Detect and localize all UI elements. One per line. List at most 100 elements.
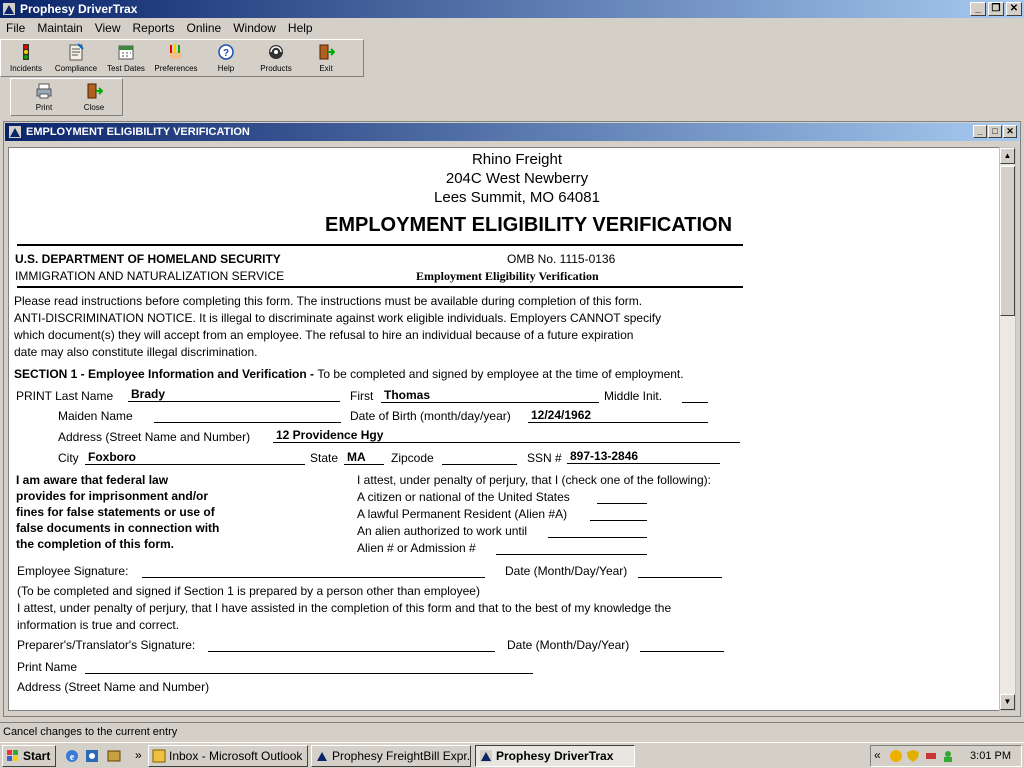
instruction-line: date may also constitute illegal discrim… xyxy=(14,345,258,359)
exit-button[interactable]: Exit xyxy=(301,40,351,76)
alien-until-field[interactable] xyxy=(548,524,647,538)
incidents-button[interactable]: Incidents xyxy=(1,40,51,76)
tray-shield-icon[interactable] xyxy=(906,749,920,763)
restore-button[interactable]: ❐ xyxy=(988,2,1004,16)
employee-signature-field[interactable] xyxy=(142,564,485,578)
print-name-field[interactable] xyxy=(85,660,533,674)
vertical-scrollbar[interactable]: ▲ ▼ xyxy=(999,147,1016,711)
company-address1: 204C West Newberry xyxy=(445,170,589,187)
compliance-label: Compliance xyxy=(54,64,98,73)
print-name-label: Print Name xyxy=(17,660,78,674)
minimize-button[interactable]: _ xyxy=(970,2,986,16)
preparer-signature-label: Preparer's/Translator's Signature: xyxy=(17,638,196,652)
last-name-field[interactable]: Brady xyxy=(128,388,340,402)
scroll-up-arrow-icon[interactable]: ▲ xyxy=(1000,148,1015,164)
compliance-button[interactable]: Compliance xyxy=(51,40,101,76)
taskbar-outlook[interactable]: Inbox - Microsoft Outlook xyxy=(148,745,308,767)
close-doc-button[interactable]: Close xyxy=(69,79,119,115)
dob-field[interactable]: 12/24/1962 xyxy=(528,409,708,423)
help-button[interactable]: ? Help xyxy=(201,40,251,76)
attest-heading: I attest, under penalty of perjury, that… xyxy=(357,473,711,487)
dob-label: Date of Birth (month/day/year) xyxy=(350,409,511,423)
help-label: Help xyxy=(217,64,235,73)
citizen-option-field[interactable] xyxy=(597,490,647,504)
form-title: EMPLOYMENT ELIGIBILITY VERIFICATION xyxy=(325,214,733,236)
task-label: Inbox - Microsoft Outlook xyxy=(169,749,303,763)
scroll-thumb[interactable] xyxy=(1000,166,1015,316)
menu-file[interactable]: File xyxy=(0,21,31,35)
menu-window[interactable]: Window xyxy=(227,21,282,35)
ssn-field[interactable]: 897-13-2846 xyxy=(567,450,720,464)
products-button[interactable]: Products xyxy=(251,40,301,76)
tray-expand-icon[interactable]: « xyxy=(874,748,881,762)
clock: 3:01 PM xyxy=(970,750,1011,762)
document-title-bar[interactable]: EMPLOYMENT ELIGIBILITY VERIFICATION _ □ … xyxy=(5,123,1019,141)
taskbar: Start e » Inbox - Microsoft Outlook Prop… xyxy=(0,742,1024,768)
internet-explorer-icon[interactable]: e xyxy=(64,748,80,764)
employee-date-field[interactable] xyxy=(638,564,722,578)
menu-bar: File Maintain View Reports Online Window… xyxy=(0,18,1024,38)
preparer-signature-field[interactable] xyxy=(208,638,495,652)
close-label: Close xyxy=(83,103,105,112)
first-name-field[interactable]: Thomas xyxy=(381,389,599,403)
menu-maintain[interactable]: Maintain xyxy=(31,21,88,35)
state-field[interactable]: MA xyxy=(344,451,384,465)
address-field[interactable]: 12 Providence Hgy xyxy=(273,429,740,443)
section1-heading: SECTION 1 - Employee Information and Ver… xyxy=(14,367,684,381)
start-button[interactable]: Start xyxy=(2,745,56,767)
tray-messenger-icon[interactable] xyxy=(941,749,955,763)
preparer-attest-line: information is true and correct. xyxy=(17,618,180,632)
preparer-date-field[interactable] xyxy=(640,638,724,652)
doc-close-button[interactable]: ✕ xyxy=(1003,125,1017,138)
last-name-label: PRINT Last Name xyxy=(16,389,114,403)
middle-init-field[interactable] xyxy=(682,389,708,403)
zipcode-field[interactable] xyxy=(442,451,517,465)
menu-help[interactable]: Help xyxy=(282,21,319,35)
close-button[interactable]: ✕ xyxy=(1006,2,1022,16)
quicklaunch-chevron-icon[interactable]: » xyxy=(135,748,142,762)
freightbill-app-icon xyxy=(316,750,328,762)
print-button[interactable]: Print xyxy=(19,79,69,115)
app-icon xyxy=(3,3,15,15)
instruction-line: Please read instructions before completi… xyxy=(14,294,643,308)
preparer-date-label: Date (Month/Day/Year) xyxy=(507,638,630,652)
maiden-name-field[interactable] xyxy=(154,409,341,423)
doc-minimize-button[interactable]: _ xyxy=(973,125,987,138)
tray-network-icon[interactable] xyxy=(924,749,938,763)
menu-online[interactable]: Online xyxy=(181,21,228,35)
alien-option-label: An alien authorized to work until xyxy=(357,524,528,538)
city-field[interactable]: Foxboro xyxy=(85,451,305,465)
warning-line: I am aware that federal law xyxy=(16,473,169,487)
products-icon xyxy=(269,45,283,59)
app-title-bar[interactable]: Prophesy DriverTrax _ ❐ ✕ xyxy=(0,0,1024,18)
app-title: Prophesy DriverTrax xyxy=(20,2,138,16)
company-name: Rhino Freight xyxy=(471,151,563,168)
quicklaunch-app-icon[interactable] xyxy=(106,748,122,764)
taskbar-drivertrax[interactable]: Prophesy DriverTrax xyxy=(475,745,635,767)
outlook-icon[interactable] xyxy=(84,748,100,764)
drivertrax-app-icon xyxy=(480,750,492,762)
menu-view[interactable]: View xyxy=(89,21,127,35)
employee-date-label: Date (Month/Day/Year) xyxy=(505,564,628,578)
middle-init-label: Middle Init. xyxy=(604,389,663,403)
ssn-label: SSN # xyxy=(527,451,562,465)
preferences-button[interactable]: Preferences xyxy=(151,40,201,76)
doc-maximize-button[interactable]: □ xyxy=(988,125,1002,138)
resident-option-field[interactable] xyxy=(590,507,647,521)
menu-reports[interactable]: Reports xyxy=(127,21,181,35)
tray-clock-icon[interactable] xyxy=(889,749,903,763)
close-door-icon xyxy=(87,83,103,99)
clipboard-icon xyxy=(69,43,84,61)
instruction-line: which document(s) they will accept from … xyxy=(14,328,634,342)
scroll-down-arrow-icon[interactable]: ▼ xyxy=(1000,694,1015,710)
divider-top xyxy=(17,244,743,246)
main-toolbar: Incidents Compliance Test Dates Preferen… xyxy=(0,39,364,77)
section1-desc: To be completed and signed by employee a… xyxy=(317,367,684,381)
taskbar-freightbill[interactable]: Prophesy FreightBill Expr... xyxy=(311,745,471,767)
preparer-note: (To be completed and signed if Section 1… xyxy=(17,584,480,598)
admission-field[interactable] xyxy=(496,541,647,555)
zipcode-label: Zipcode xyxy=(391,451,434,465)
form-subtitle: Employment Eligibility Verification xyxy=(416,269,599,283)
exit-door-icon xyxy=(319,44,335,60)
test-dates-button[interactable]: Test Dates xyxy=(101,40,151,76)
